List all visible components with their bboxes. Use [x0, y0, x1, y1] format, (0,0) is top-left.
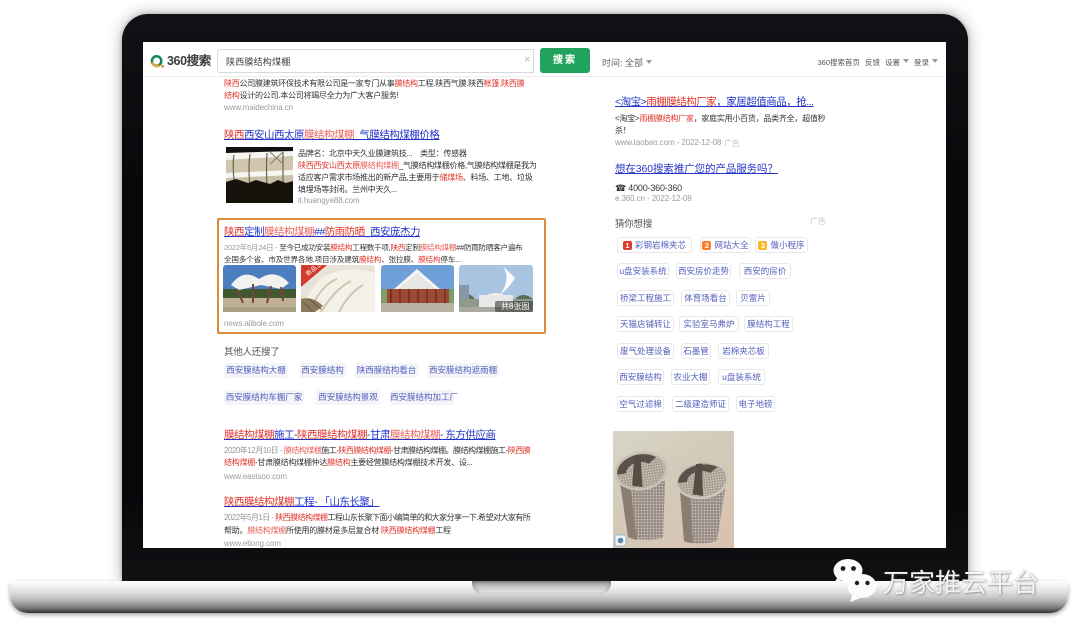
svg-text:共8张图: 共8张图	[501, 302, 529, 311]
